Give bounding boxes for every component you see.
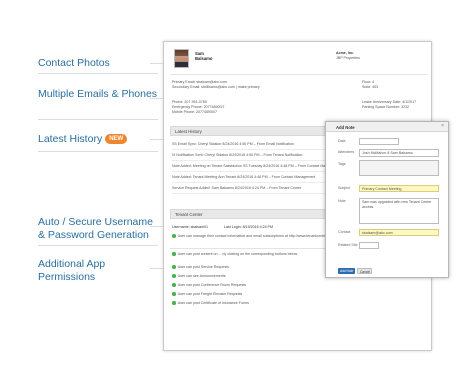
manage-note-text: User can manage their contact informatio… [177, 234, 335, 239]
divider [38, 245, 158, 246]
history-text: Service Request Added: Sam Balsamo 8/24/… [172, 186, 302, 190]
new-badge: NEW [105, 134, 128, 144]
feature-username-password-generation: Auto / Secure Username & Password Genera… [38, 216, 153, 241]
history-text: Note Added: Meeting on Tenant Satisfacti… [172, 164, 342, 168]
check-icon [172, 301, 176, 305]
contact-field[interactable]: sbalsam@abc.com [359, 229, 439, 236]
contact-label: Contact [338, 230, 351, 234]
check-icon [172, 283, 176, 287]
history-text: IX Notification Sent: Cheryl Sidakor 8/2… [172, 153, 303, 157]
tags-label: Tags [338, 162, 346, 166]
permission-label: User can post Conference Room Requests [177, 283, 247, 288]
add-note-modal: Add Note × Date Attendees Josh McMahon 8… [325, 121, 449, 278]
profile-header: Sam Balsamo Acme, Inc. JBP Properties [164, 42, 431, 72]
related-site-label: Related Site [338, 243, 358, 247]
permission-item[interactable]: User can post Service Requests [172, 265, 229, 270]
permission-item[interactable]: User can post Freight Elevator Requests [172, 292, 242, 297]
cancel-button[interactable]: Cancel [357, 268, 372, 274]
permission-item[interactable]: User can post Conference Room Requests [172, 283, 246, 288]
connector-line [150, 98, 164, 99]
tenant-manage-note: User can manage their contact informatio… [172, 234, 334, 239]
check-icon [172, 265, 176, 269]
connector-line [150, 226, 164, 227]
note-label: Note [338, 199, 346, 203]
permission-label: User can post Service Requests [177, 265, 229, 270]
check-icon [172, 234, 176, 238]
subject-label: Subject [338, 186, 350, 190]
modal-header: Add Note × [326, 122, 448, 132]
note-value: Sam was upgraded with new Tenant Center … [362, 200, 432, 209]
divider [38, 119, 158, 120]
tenant-username: Username: sbalsam01 [172, 225, 208, 229]
close-icon[interactable]: × [441, 124, 444, 129]
feature-contact-photos: Contact Photos [38, 57, 110, 69]
feature-label: Latest History [38, 133, 103, 145]
date-field[interactable] [359, 138, 399, 145]
phone-block: Phone: 207-951-0789 Emergency Phone: 207… [172, 100, 225, 115]
check-icon [172, 292, 176, 296]
divider [38, 73, 158, 74]
add-note-button[interactable]: Add Note [338, 268, 355, 274]
tags-field[interactable] [359, 160, 439, 176]
permission-item[interactable]: User can see Announcements [172, 274, 226, 279]
lease-block: Lease Anniversary Date: 4/1/2017 Parking… [362, 100, 416, 110]
permission-label: User can post Freight Elevator Requests [177, 292, 243, 297]
related-site-select[interactable] [359, 242, 379, 249]
suite: Suite: 403 [362, 85, 379, 89]
check-icon [172, 252, 176, 256]
contact-name: Sam Balsamo [195, 51, 212, 61]
section-title: Tenant Center [175, 212, 203, 217]
add-note-button-label: Add Note [340, 268, 354, 273]
permission-label: User can post Certificate of Insurance F… [177, 301, 249, 306]
attendees-field[interactable]: Josh McMahon 8 Sam Balsamo [359, 149, 439, 157]
feature-latest-history: Latest History NEW [38, 133, 128, 146]
attendees-label: Attendees [338, 150, 355, 154]
email-block: Primary Email: sbalsam@abc.com Secondary… [172, 80, 260, 90]
company-block: Acme, Inc. JBP Properties [336, 51, 360, 61]
tenant-note-text: User can post content on ... by clicking… [177, 252, 298, 257]
mobile-phone[interactable]: Mobile Phone: 207748900/7 [172, 110, 225, 115]
connector-line [150, 63, 164, 64]
cancel-button-label: Cancel [360, 269, 370, 274]
location-block: Floor: 4 Suite: 403 [362, 80, 378, 90]
feature-app-permissions: Additional App Permissions [38, 258, 106, 283]
divider [170, 74, 427, 75]
company-sub: JBP Properties [336, 56, 360, 60]
note-textarea[interactable]: Sam was upgraded with new Tenant Center … [359, 198, 439, 224]
subject-field[interactable]: Primary Contact Meeting [359, 185, 439, 192]
divider [38, 151, 158, 152]
attendees-value: Josh McMahon 8 Sam Balsamo [362, 151, 413, 155]
subject-value: Primary Contact Meeting [362, 187, 402, 191]
permission-label: User can see Announcements [177, 274, 226, 279]
secondary-email[interactable]: Secondary Email: sbrålsamo@abc.com | mak… [172, 85, 260, 90]
permission-item[interactable]: User can post Certificate of Insurance F… [172, 301, 249, 306]
history-text: SS Email Sync: Cheryl Sidakor 8/24/2016 … [172, 142, 294, 146]
modal-title: Add Note [336, 124, 355, 130]
history-text: Note Added: Tenant Meeting Ann Tenant 8/… [172, 175, 316, 179]
contact-value: sbalsam@abc.com [362, 231, 393, 235]
connector-line [150, 139, 164, 140]
contact-photo[interactable] [174, 49, 189, 68]
section-title: Latest History [175, 129, 202, 134]
tenant-last-login: Last Login: 8/19/2016 4:24 PM [224, 225, 273, 229]
parking-space: Parking Space Number: 3232 [362, 105, 410, 109]
feature-multiple-emails-phones: Multiple Emails & Phones [38, 88, 158, 100]
check-icon [172, 274, 176, 278]
tenant-note: User can post content on ... by clicking… [172, 252, 298, 257]
last-name: Balsamo [195, 56, 213, 61]
date-label: Date [338, 139, 346, 143]
connector-line [150, 268, 164, 269]
